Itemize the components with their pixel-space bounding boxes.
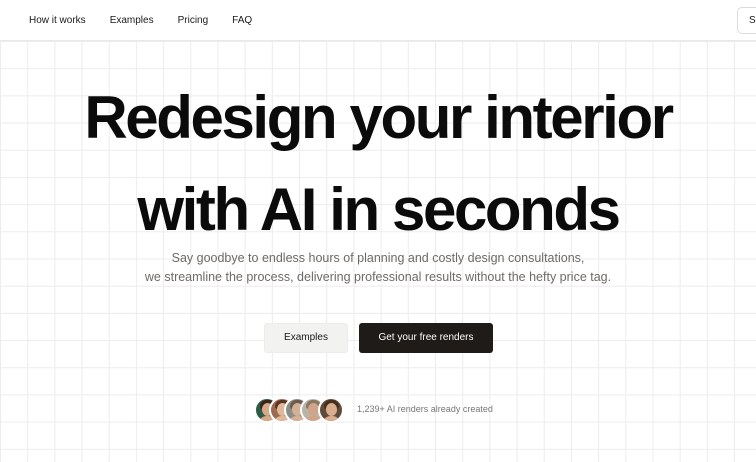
sign-in-button[interactable]: Si xyxy=(737,7,756,34)
top-nav: How it works Examples Pricing FAQ Si xyxy=(0,0,756,41)
hero-subtitle-line-1: Say goodbye to endless hours of planning… xyxy=(171,251,585,265)
renders-count-text: 1,239+ AI renders already created xyxy=(357,404,493,414)
hero-title-line-1: Redesign your interior xyxy=(84,84,674,151)
hero-subtitle: Say goodbye to endless hours of planning… xyxy=(0,249,756,287)
nav-link-pricing[interactable]: Pricing xyxy=(178,15,209,26)
nav-link-faq[interactable]: FAQ xyxy=(232,15,252,26)
examples-button[interactable]: Examples xyxy=(264,323,348,353)
avatar xyxy=(318,397,344,423)
hero-subtitle-line-2: we streamline the process, delivering pr… xyxy=(144,270,612,284)
nav-link-examples[interactable]: Examples xyxy=(110,15,154,26)
nav-links: How it works Examples Pricing FAQ xyxy=(29,0,276,41)
hero-title: Redesign your interior with AI in second… xyxy=(0,72,756,256)
get-free-renders-button[interactable]: Get your free renders xyxy=(359,323,493,353)
hero-title-line-2: with AI in seconds xyxy=(137,176,621,243)
nav-link-how-it-works[interactable]: How it works xyxy=(29,15,86,26)
